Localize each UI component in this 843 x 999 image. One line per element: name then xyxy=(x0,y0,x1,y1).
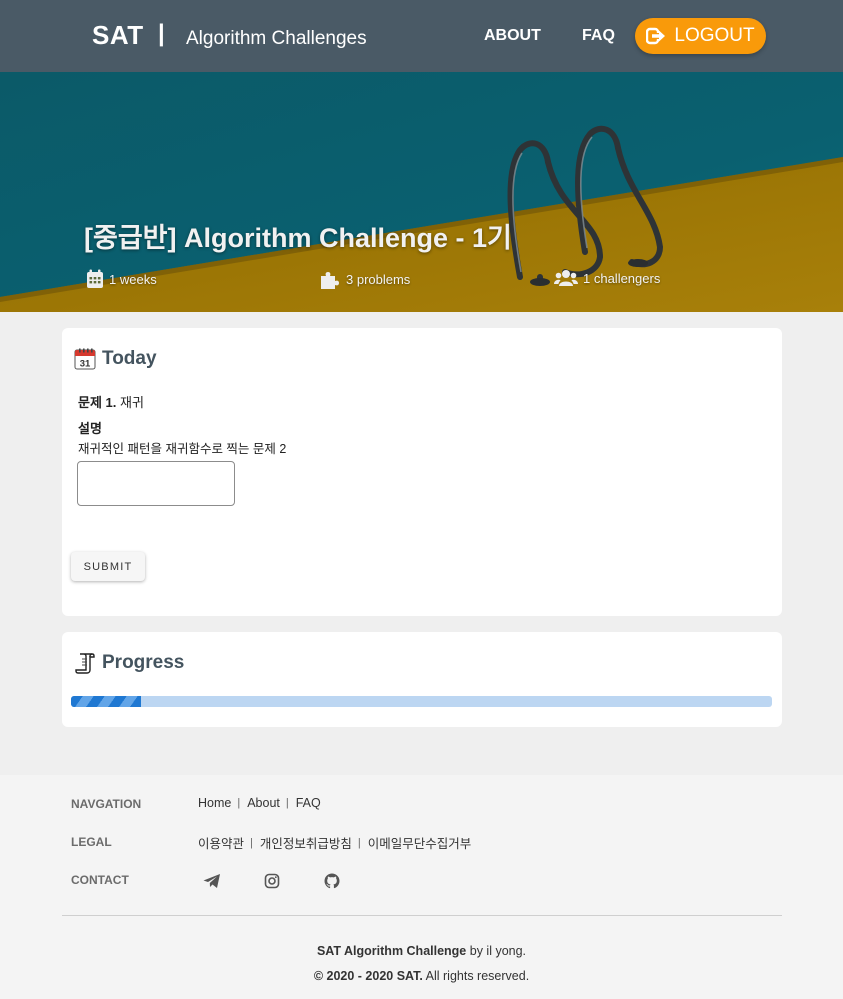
credit-project-name: SAT Algorithm Challenge xyxy=(316,944,467,958)
today-heading: 31 Today xyxy=(74,348,157,370)
link-separator: | xyxy=(357,836,361,849)
progress-bar xyxy=(71,696,772,707)
stat-weeks-text: 1 weeks xyxy=(109,271,157,287)
brand-subtitle: Algorithm Challenges xyxy=(186,28,367,49)
problem-number: 문제 1. xyxy=(78,395,117,410)
stat-challengers-text: 1 challengers xyxy=(583,270,661,286)
footer-link-terms[interactable]: 이용약관 xyxy=(198,833,244,852)
footer-contact-label: CONTACT xyxy=(71,873,129,887)
footer-link-faq[interactable]: FAQ xyxy=(296,796,321,810)
credit-author: by il yong. xyxy=(466,944,527,958)
footer-link-home[interactable]: Home xyxy=(198,796,231,810)
problem-title: 문제 1. 재귀 xyxy=(78,392,144,411)
telegram-icon[interactable] xyxy=(203,873,221,889)
footer-link-about[interactable]: About xyxy=(247,796,280,810)
footer-navigation-label: NAVGATION xyxy=(71,797,142,811)
link-separator: | xyxy=(285,797,289,809)
instagram-icon[interactable] xyxy=(263,873,281,889)
brand-separator: | xyxy=(158,20,165,47)
calendar-emoji-icon: 31 xyxy=(74,348,96,370)
footer-divider xyxy=(62,915,782,916)
stat-challengers: 1 challengers xyxy=(554,269,660,287)
footer-link-no-email-collection[interactable]: 이메일무단수집거부 xyxy=(368,833,472,852)
logout-button[interactable]: LOGOUT xyxy=(635,18,766,54)
progress-heading: Progress xyxy=(74,652,184,674)
problem-name: 재귀 xyxy=(120,395,144,410)
today-heading-text: Today xyxy=(102,348,157,369)
footer-navigation-links: Home | About | FAQ xyxy=(198,796,321,810)
nav-about-link[interactable]: ABOUT xyxy=(484,27,541,45)
stat-problems: 3 problems xyxy=(320,269,410,289)
today-card: 31 Today 문제 1. 재귀 설명 재귀적인 패턴을 재귀함수로 찍는 문… xyxy=(62,328,782,616)
brand-logo[interactable]: SAT xyxy=(92,20,144,51)
footer-legal-label: LEGAL xyxy=(71,835,112,849)
stat-problems-text: 3 problems xyxy=(346,271,411,287)
progress-bar-fill xyxy=(71,696,142,707)
submit-button[interactable]: SUBMIT xyxy=(71,552,145,581)
progress-card: Progress xyxy=(62,632,782,727)
github-icon[interactable] xyxy=(323,873,341,889)
nav-faq-link[interactable]: FAQ xyxy=(582,27,615,45)
copyright-owner: © 2020 - 2020 SAT. xyxy=(313,969,423,983)
scroll-icon xyxy=(75,653,95,674)
link-separator: | xyxy=(250,836,253,849)
copyright-rights: All rights reserved. xyxy=(422,969,530,983)
top-navbar: SAT | Algorithm Challenges ABOUT FAQ LOG… xyxy=(0,0,843,72)
link-separator: | xyxy=(237,797,241,809)
answer-input[interactable] xyxy=(77,461,235,506)
users-icon xyxy=(554,270,578,286)
footer-legal-links: 이용약관 | 개인정보취급방침 | 이메일무단수집거부 xyxy=(198,833,471,852)
footer: NAVGATION Home | About | FAQ LEGAL 이용약관 … xyxy=(0,775,843,999)
description-label: 설명 xyxy=(78,421,102,436)
sign-out-icon xyxy=(646,27,666,45)
footer-link-privacy[interactable]: 개인정보취급방침 xyxy=(260,833,352,852)
hero-banner: [중급반] Algorithm Challenge - 1기 1 weeks 3… xyxy=(0,72,843,312)
footer-copyright: © 2020 - 2020 SAT. All rights reserved. xyxy=(0,969,843,983)
calendar-icon xyxy=(87,269,103,288)
challenge-title: [중급반] Algorithm Challenge - 1기 xyxy=(84,223,512,253)
stat-weeks: 1 weeks xyxy=(86,269,157,289)
puzzle-icon xyxy=(321,272,339,289)
progress-heading-text: Progress xyxy=(102,652,185,673)
svg-text:31: 31 xyxy=(80,359,91,370)
footer-credit: SAT Algorithm Challenge by il yong. xyxy=(0,944,843,958)
description-text: 재귀적인 패턴을 재귀함수로 찍는 문제 2 xyxy=(78,442,287,456)
logout-label: LOGOUT xyxy=(674,25,755,46)
